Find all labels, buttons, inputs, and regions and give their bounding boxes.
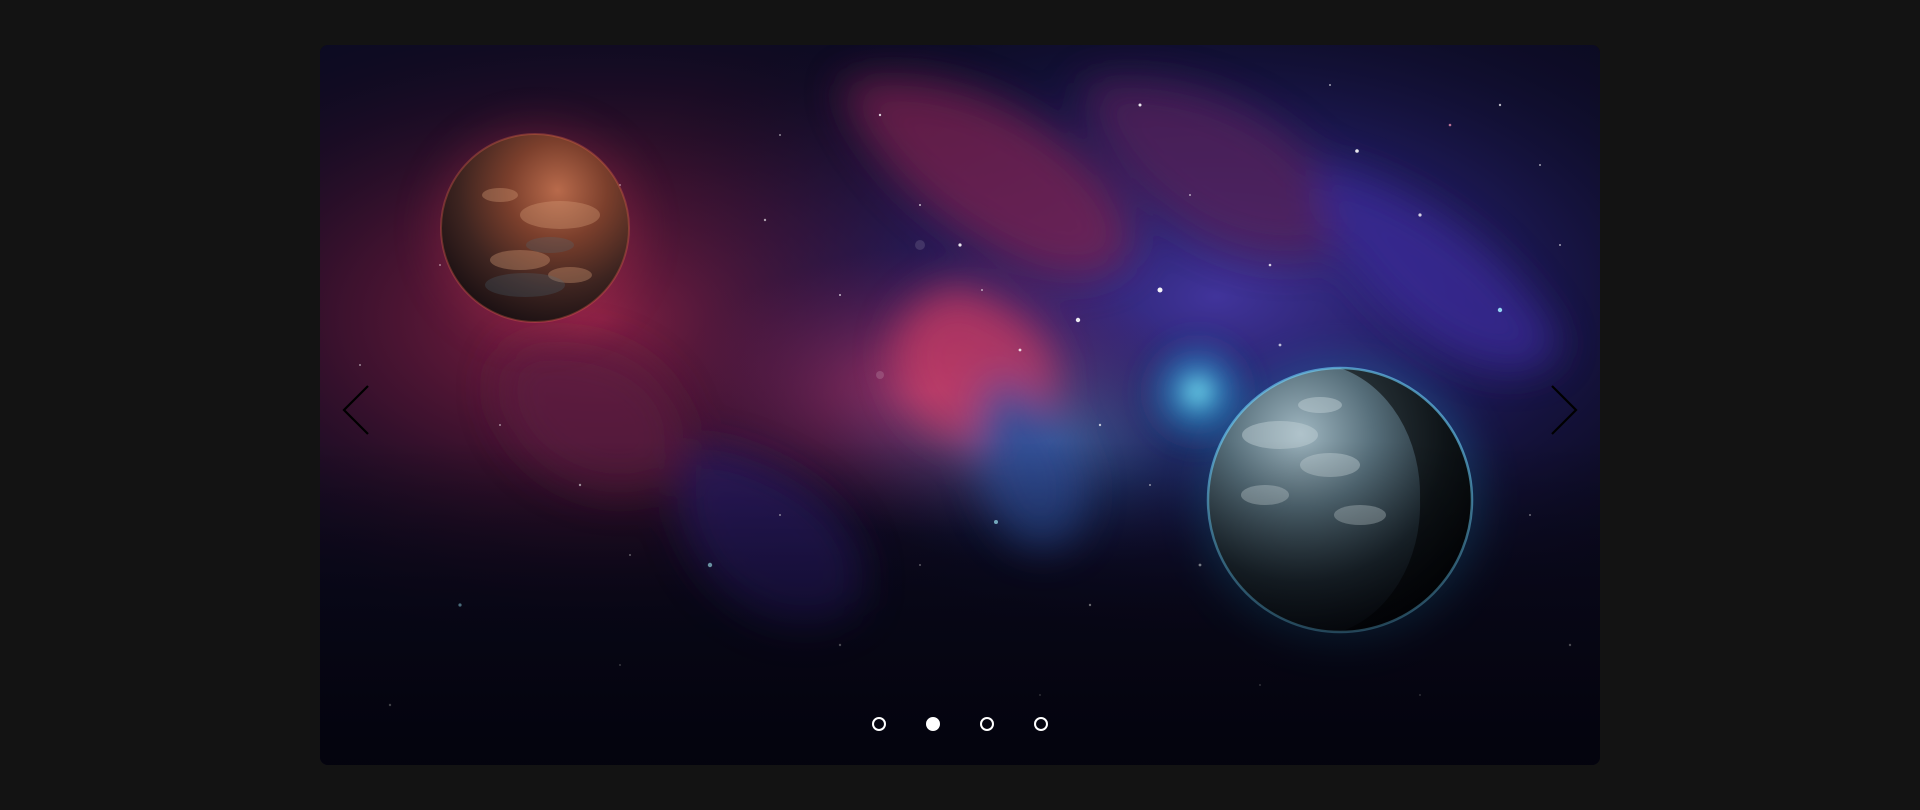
image-carousel [320,45,1600,765]
next-slide-button[interactable] [1542,375,1588,445]
slide-indicators [320,712,1600,736]
slide-indicator-dot[interactable] [980,717,994,731]
slide-indicator-dot[interactable] [926,717,940,731]
slide-indicator-dot[interactable] [872,717,886,731]
previous-slide-button[interactable] [332,375,378,445]
space-scene-image [320,45,1600,765]
chevron-left-icon [342,385,369,435]
chevron-right-icon [1551,385,1578,435]
slide-indicator-dot[interactable] [1034,717,1048,731]
page [0,0,1920,810]
carousel-slide [320,45,1600,765]
